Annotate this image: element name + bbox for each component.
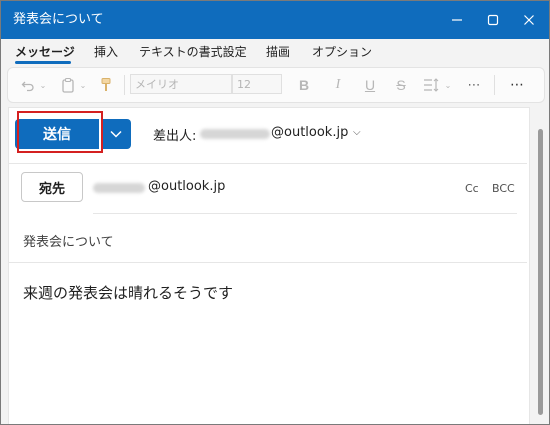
close-icon[interactable]: [511, 1, 547, 39]
maximize-icon[interactable]: [475, 1, 511, 39]
bold-icon[interactable]: B: [294, 75, 314, 95]
menu-bar: メッセージ 挿入 テキストの書式設定 描画 オプション: [1, 39, 549, 65]
window-title: 発表会について: [13, 12, 104, 27]
to-recipient[interactable]: @outlook.jp: [148, 179, 225, 194]
to-underline: [93, 213, 517, 214]
font-size-select[interactable]: 12: [232, 74, 282, 94]
strikethrough-icon[interactable]: S: [391, 75, 411, 95]
line-spacing-dropdown-icon[interactable]: ⌄: [443, 75, 453, 95]
chevron-down-icon: [110, 130, 122, 138]
tab-options[interactable]: オプション: [312, 43, 372, 60]
divider: [9, 163, 527, 164]
redacted-sender-name: [200, 129, 270, 139]
scrollbar-thumb[interactable]: [538, 129, 543, 415]
format-painter-icon[interactable]: [96, 75, 116, 95]
tab-insert[interactable]: 挿入: [94, 43, 118, 60]
ribbon-divider: [124, 75, 125, 95]
line-spacing-icon[interactable]: [421, 75, 443, 95]
bcc-button[interactable]: BCC: [492, 182, 515, 195]
redacted-recipient-name: [93, 183, 145, 193]
more-options-icon[interactable]: ⋯: [506, 75, 528, 95]
message-body[interactable]: 来週の発表会は晴れるそうです: [23, 282, 233, 303]
subject-field[interactable]: 発表会について: [23, 231, 114, 250]
send-options-button[interactable]: [101, 119, 131, 149]
italic-icon[interactable]: I: [328, 75, 348, 95]
undo-icon[interactable]: [18, 75, 38, 95]
more-icon[interactable]: ⋯: [464, 75, 484, 95]
font-name-select[interactable]: メイリオ: [130, 74, 232, 94]
from-label: 差出人:: [153, 129, 197, 144]
active-tab-indicator: [15, 61, 71, 64]
clipboard-icon[interactable]: [58, 75, 78, 95]
divider: [9, 262, 527, 263]
tab-draw[interactable]: 描画: [266, 43, 290, 60]
tab-message[interactable]: メッセージ: [15, 43, 75, 60]
from-domain[interactable]: @outlook.jp: [271, 125, 348, 140]
cc-button[interactable]: Cc: [465, 182, 479, 195]
ribbon-toolbar: ⌄ ⌄ メイリオ 12 B I U S ⌄ ⋯ ⋯: [7, 67, 545, 103]
to-button[interactable]: 宛先: [21, 172, 83, 202]
underline-icon[interactable]: U: [360, 75, 380, 95]
ribbon-divider: [494, 75, 495, 95]
title-bar: 発表会について: [1, 1, 549, 39]
minimize-icon[interactable]: [439, 1, 475, 39]
compose-pane: [8, 107, 530, 424]
undo-dropdown-icon[interactable]: ⌄: [38, 75, 48, 95]
compose-window: 発表会について メッセージ 挿入 テキストの書式設定 描画 オプション ⌄ ⌄: [0, 0, 550, 425]
clipboard-dropdown-icon[interactable]: ⌄: [78, 75, 88, 95]
tab-format-text[interactable]: テキストの書式設定: [139, 43, 247, 60]
from-dropdown-icon[interactable]: ⌵: [353, 127, 361, 138]
send-highlight-box: [17, 111, 103, 153]
